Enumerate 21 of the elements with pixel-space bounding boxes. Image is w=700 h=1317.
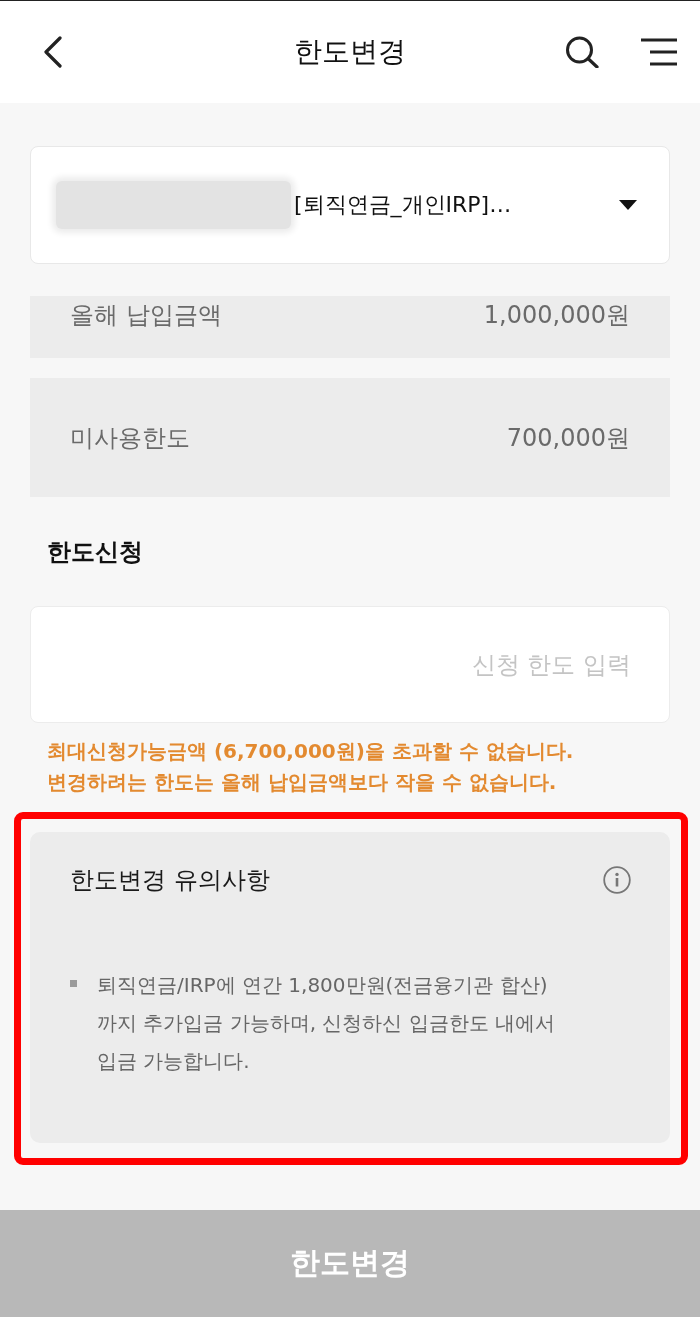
row-label: 올해 납입금액 [70,300,222,330]
square-bullet-icon [70,980,77,987]
back-button[interactable] [43,36,63,68]
row-value: 1,000,000원 [483,300,630,330]
limit-input-field[interactable]: 신청 한도 입력 [30,606,670,723]
page-title: 한도변경 [294,34,406,70]
warning-text: 최대신청가능금액 (6,700,000원)을 초과할 수 없습니다. [47,738,574,765]
notice-text: 퇴직연금/IRP에 연간 1,800만원(전금융기관 합산) 까지 추가입금 가능하며, 신청하신 입금한도 내에서 입금 가능합니다. [97,972,557,1075]
row-label: 미사용한도 [70,422,190,453]
notice-title: 한도변경 유의사항 [70,865,270,895]
row-value: 700,000원 [506,422,630,453]
dropdown-triangle-icon [619,200,637,210]
section-title: 한도신청 [47,537,143,567]
warning-text: 변경하려는 한도는 올해 납입금액보다 작을 수 없습니다. [47,769,557,796]
chevron-left-icon [43,36,63,68]
menu-button[interactable] [641,38,677,66]
info-icon[interactable] [603,866,631,894]
search-button[interactable] [565,36,599,68]
menu-icon [641,38,677,66]
account-dropdown[interactable]: [퇴직연금_개인IRP]… [30,146,670,264]
search-icon [565,36,599,68]
